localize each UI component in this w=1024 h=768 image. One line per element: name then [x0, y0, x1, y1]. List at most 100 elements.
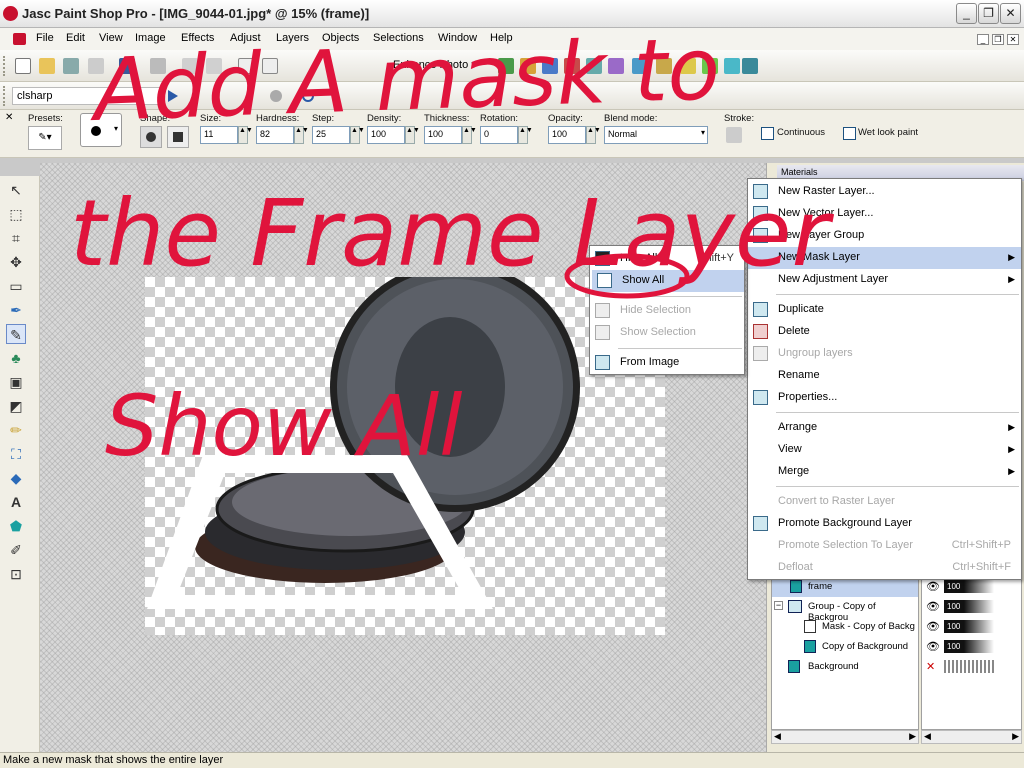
photo-tool-4-icon[interactable]: [564, 58, 580, 74]
opacity-spinner[interactable]: ▲▼: [586, 126, 601, 144]
layer-row-group[interactable]: − Group - Copy of Backgrou: [772, 597, 918, 623]
opacity-slider[interactable]: [944, 660, 994, 673]
photo-tool-2-icon[interactable]: [520, 58, 536, 74]
menu-item-rename[interactable]: Rename: [748, 365, 1021, 387]
menu-item-promote-background[interactable]: Promote Background Layer: [748, 513, 1021, 535]
open-folder-icon[interactable]: [39, 58, 55, 74]
menu-item-new-raster-layer[interactable]: New Raster Layer...: [748, 181, 1021, 203]
menu-edit[interactable]: Edit: [66, 32, 85, 44]
hardness-spinner[interactable]: ▲▼: [294, 126, 309, 144]
selection-tool-icon[interactable]: ⬚: [6, 204, 26, 224]
app-icon[interactable]: [3, 6, 18, 21]
minimize-button[interactable]: _: [956, 3, 977, 24]
menu-item-new-adjustment-layer[interactable]: New Adjustment Layer ▶: [748, 269, 1021, 291]
doc-minimize-button[interactable]: _: [977, 34, 989, 45]
photo-tool-12-icon[interactable]: [742, 58, 758, 74]
eraser-tool-icon[interactable]: ◩: [6, 396, 26, 416]
paint-brush-tool-icon[interactable]: ✎: [6, 324, 26, 344]
rotation-spinner[interactable]: ▲▼: [518, 126, 533, 144]
save-icon[interactable]: [119, 58, 135, 74]
visibility-eye-icon[interactable]: 👁: [926, 580, 940, 593]
step-spinner[interactable]: ▲▼: [350, 126, 365, 144]
opacity-field[interactable]: 100: [548, 126, 586, 144]
clone-brush-tool-icon[interactable]: ♣: [6, 348, 26, 368]
new-file-icon[interactable]: [15, 58, 31, 74]
preset-shape-tool-icon[interactable]: ⬟: [6, 516, 26, 536]
layer-row-frame[interactable]: frame: [772, 577, 918, 597]
menu-item-convert-to-raster[interactable]: Convert to Raster Layer: [748, 491, 1021, 513]
start-icon[interactable]: [302, 90, 314, 102]
rotation-field[interactable]: 0: [480, 126, 518, 144]
layers-scrollbar[interactable]: ◀ ▶: [771, 730, 919, 744]
close-palette-icon[interactable]: ✕: [5, 112, 13, 123]
density-field[interactable]: 100: [367, 126, 405, 144]
draw-tool-icon[interactable]: ✐: [6, 540, 26, 560]
presets-button[interactable]: ✎▾: [28, 126, 62, 150]
photo-tool-3-icon[interactable]: [542, 58, 558, 74]
visibility-eye-icon[interactable]: 👁: [926, 640, 940, 653]
menu-view[interactable]: View: [99, 32, 123, 44]
pick-tool-icon[interactable]: ↖: [6, 180, 26, 200]
opacity-slider[interactable]: 100: [944, 620, 994, 633]
record-icon[interactable]: [270, 90, 282, 102]
photo-tool-8-icon[interactable]: [656, 58, 672, 74]
menu-effects[interactable]: Effects: [181, 32, 214, 44]
menu-item-new-mask-layer[interactable]: New Mask Layer ▶: [748, 247, 1021, 269]
photo-tool-9-icon[interactable]: [680, 58, 696, 74]
eyedropper-tool-icon[interactable]: ✒: [6, 300, 26, 320]
thickness-field[interactable]: 100: [424, 126, 462, 144]
print-icon[interactable]: [150, 58, 166, 74]
menu-item-hide-selection[interactable]: Hide Selection: [590, 300, 744, 322]
menu-image[interactable]: Image: [135, 32, 166, 44]
photo-tool-6-icon[interactable]: [608, 58, 624, 74]
enhance-photo-button[interactable]: Enhance Photo ▾: [393, 58, 477, 71]
undo-icon[interactable]: [182, 58, 198, 74]
collapse-icon[interactable]: −: [774, 601, 783, 610]
doc-restore-button[interactable]: ❐: [992, 34, 1004, 45]
visibility-eye-icon[interactable]: 👁: [926, 600, 940, 613]
marquee-tool-icon[interactable]: ▭: [6, 276, 26, 296]
picture-tube-tool-icon[interactable]: ✏: [6, 420, 26, 440]
menu-help[interactable]: Help: [490, 32, 513, 44]
menu-item-delete[interactable]: Delete: [748, 321, 1021, 343]
opacity-slider[interactable]: 100: [944, 640, 994, 653]
photo-tool-10-icon[interactable]: [702, 58, 718, 74]
layers-vis-scrollbar[interactable]: ◀ ▶: [921, 730, 1022, 744]
menu-item-new-vector-layer[interactable]: New Vector Layer...: [748, 203, 1021, 225]
opacity-slider[interactable]: 100: [944, 600, 994, 613]
flood-fill-tool-icon[interactable]: ⛶: [6, 444, 26, 464]
photo-tool-11-icon[interactable]: [724, 58, 740, 74]
menu-item-show-all[interactable]: Show All: [592, 270, 744, 292]
menu-item-properties[interactable]: Properties...: [748, 387, 1021, 409]
photo-tool-5-icon[interactable]: [586, 58, 602, 74]
step-field[interactable]: 25: [312, 126, 350, 144]
redo-icon[interactable]: [206, 58, 222, 74]
script-select[interactable]: clsharp: [12, 87, 160, 105]
layer-row-copy-of-background[interactable]: Copy of Background: [772, 637, 918, 657]
stroke-icon[interactable]: [726, 127, 742, 143]
photo-tool-1-icon[interactable]: [498, 58, 514, 74]
menu-item-ungroup-layers[interactable]: Ungroup layers: [748, 343, 1021, 365]
doc-close-button[interactable]: ✕: [1007, 34, 1019, 45]
menu-layers[interactable]: Layers: [276, 32, 309, 44]
brush-tip-preview[interactable]: ▾: [80, 113, 122, 147]
paste-icon[interactable]: [262, 58, 278, 74]
menu-item-arrange[interactable]: Arrange ▶: [748, 417, 1021, 439]
round-shape-button[interactable]: [140, 126, 162, 148]
size-spinner[interactable]: ▲▼: [238, 126, 253, 144]
menu-window[interactable]: Window: [438, 32, 477, 44]
menu-item-hide-all[interactable]: Hide All Shift+Y: [590, 248, 744, 270]
menu-item-view[interactable]: View ▶: [748, 439, 1021, 461]
crop-tool-icon[interactable]: ⌗: [6, 228, 26, 248]
square-shape-button[interactable]: [167, 126, 189, 148]
continuous-checkbox[interactable]: [761, 127, 774, 140]
object-selector-tool-icon[interactable]: ⊡: [6, 564, 26, 584]
menu-item-defloat[interactable]: Defloat Ctrl+Shift+F: [748, 557, 1021, 579]
photo-tool-7-icon[interactable]: [632, 58, 648, 74]
document-icon[interactable]: [13, 33, 26, 45]
move-tool-icon[interactable]: ✥: [6, 252, 26, 272]
pen-tool-icon[interactable]: ◆: [6, 468, 26, 488]
blend-mode-select[interactable]: Normal ▾: [604, 126, 708, 144]
opacity-slider[interactable]: 100: [944, 580, 994, 593]
wet-look-checkbox[interactable]: [843, 127, 856, 140]
